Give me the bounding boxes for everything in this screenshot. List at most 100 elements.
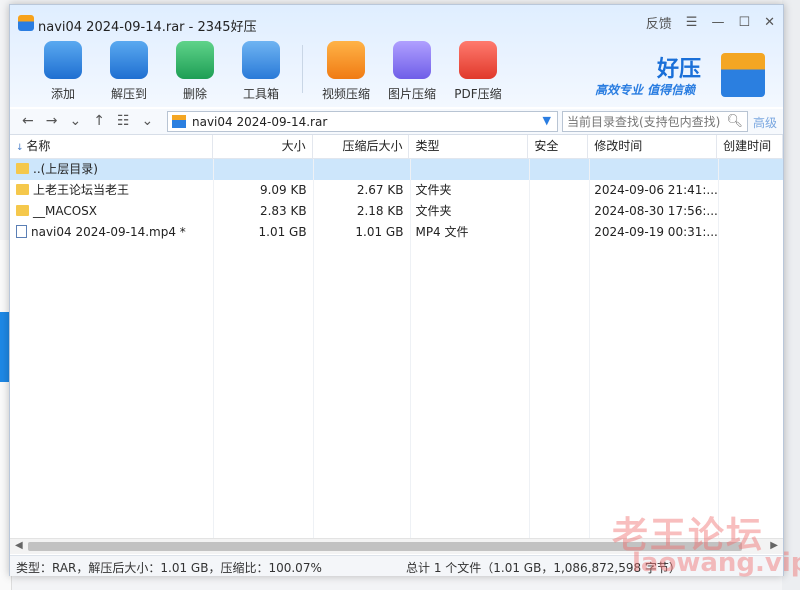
- row-security: [528, 201, 588, 222]
- archive-window: navi04 2024-09-14.rar - 2345好压 反馈 ☰ — ☐ …: [9, 4, 784, 576]
- table-row[interactable]: __MACOSX 2.83 KB 2.18 KB 文件夹 2024-08-30 …: [10, 201, 783, 222]
- archive-icon: [172, 115, 186, 128]
- table-row[interactable]: navi04 2024-09-14.mp4 * 1.01 GB 1.01 GB …: [10, 222, 783, 243]
- row-type: 文件夹: [415, 183, 452, 197]
- app-logo-icon: [18, 15, 34, 31]
- row-size: 1.01 GB: [258, 225, 307, 239]
- main-toolbar: 添加 解压到 删除 工具箱 视频压缩 图片压缩 PDF压缩: [30, 39, 511, 102]
- feedback-link[interactable]: 反馈: [646, 13, 672, 32]
- column-compressed-size[interactable]: 压缩后大小: [313, 135, 410, 158]
- address-bar: ← → ⌄ ↑ ☷ ⌄ navi04 2024-09-14.rar ▼ 🔍︎ 高…: [10, 109, 783, 135]
- row-name: ..(上层目录): [33, 162, 98, 176]
- scroll-left-icon[interactable]: ◀: [15, 540, 23, 551]
- pdf-compress-button[interactable]: PDF压缩: [445, 39, 511, 102]
- column-security[interactable]: 安全: [528, 135, 589, 158]
- advanced-search-link[interactable]: 高级: [753, 114, 777, 131]
- back-arrow-icon[interactable]: ←: [22, 113, 34, 129]
- row-security: [528, 159, 588, 180]
- row-name: navi04 2024-09-14.mp4 *: [31, 225, 186, 239]
- row-created-time: [717, 159, 783, 180]
- delete-label: 删除: [182, 87, 207, 101]
- row-modified-time: 2024-09-19 00:31:...: [594, 225, 718, 239]
- window-title: navi04 2024-09-14.rar - 2345好压: [38, 20, 257, 35]
- image-compress-button[interactable]: 图片压缩: [379, 39, 445, 102]
- row-created-time: [717, 201, 783, 222]
- path-field[interactable]: navi04 2024-09-14.rar ▼: [167, 111, 558, 132]
- status-archive-info: 类型：RAR，解压后大小：1.01 GB，压缩比：100.07%: [16, 561, 322, 575]
- file-list: ↓ 名称 大小 压缩后大小 类型 安全 修改时间 创建时间 ..(上层目录) 上…: [10, 135, 783, 538]
- history-chevron-icon[interactable]: ⌄: [69, 113, 81, 129]
- extract-label: 解压到: [110, 87, 147, 101]
- sort-desc-icon: ↓: [16, 143, 27, 153]
- path-dropdown-icon[interactable]: ▼: [543, 114, 551, 127]
- add-archive-icon: [44, 41, 82, 79]
- extract-icon: [110, 41, 148, 79]
- window-controls: 反馈 ☰ — ☐ ✕: [646, 13, 775, 32]
- view-mode-icon[interactable]: ☷: [117, 113, 130, 129]
- row-type: [409, 159, 528, 180]
- row-created-time: [717, 180, 783, 201]
- row-security: [528, 180, 588, 201]
- row-name: 上老王论坛当老王: [33, 183, 130, 197]
- brand-logo-icon: [721, 53, 765, 97]
- column-header-row: ↓ 名称 大小 压缩后大小 类型 安全 修改时间 创建时间: [10, 135, 783, 159]
- row-modified-time: 2024-08-30 17:56:...: [594, 204, 718, 218]
- row-compressed-size: 2.18 KB: [356, 204, 404, 218]
- table-row[interactable]: ..(上层目录): [10, 159, 783, 180]
- hamburger-icon[interactable]: ☰: [686, 15, 698, 30]
- row-size: 9.09 KB: [259, 183, 307, 197]
- row-size: [213, 159, 313, 180]
- brand-name: 好压: [657, 57, 702, 82]
- video-compress-button[interactable]: 视频压缩: [313, 39, 379, 102]
- toolbar-separator: [302, 45, 303, 93]
- row-name: __MACOSX: [33, 204, 98, 218]
- image-compress-label: 图片压缩: [387, 87, 436, 101]
- table-row[interactable]: 上老王论坛当老王 9.09 KB 2.67 KB 文件夹 2024-09-06 …: [10, 180, 783, 201]
- column-created-time[interactable]: 创建时间: [717, 135, 783, 158]
- search-input[interactable]: [563, 112, 723, 131]
- column-name[interactable]: ↓ 名称: [10, 135, 213, 158]
- row-size: 2.83 KB: [259, 204, 307, 218]
- row-created-time: [717, 222, 783, 243]
- video-compress-icon: [327, 41, 365, 79]
- column-size[interactable]: 大小: [213, 135, 313, 158]
- row-compressed-size: 2.67 KB: [356, 183, 404, 197]
- brand-slogan: 高效专业 值得信赖: [595, 83, 696, 97]
- column-type[interactable]: 类型: [409, 135, 529, 158]
- video-file-icon: [16, 225, 27, 238]
- forward-arrow-icon[interactable]: →: [46, 113, 58, 129]
- row-type: MP4 文件: [415, 225, 469, 239]
- toolbox-icon: [242, 41, 280, 79]
- minimize-icon[interactable]: —: [711, 15, 724, 30]
- close-icon[interactable]: ✕: [764, 15, 775, 30]
- up-arrow-icon[interactable]: ↑: [93, 113, 105, 129]
- extract-button[interactable]: 解压到: [96, 39, 162, 102]
- pdf-compress-label: PDF压缩: [454, 87, 502, 101]
- delete-button[interactable]: 删除: [162, 39, 228, 102]
- toolbox-button[interactable]: 工具箱: [228, 39, 294, 102]
- watermark-url: laowang.vip: [632, 548, 800, 578]
- row-compressed-size: [313, 159, 410, 180]
- folder-icon: [16, 163, 29, 174]
- path-text: navi04 2024-09-14.rar: [192, 115, 328, 129]
- recycle-icon: [176, 41, 214, 79]
- column-name-label: 名称: [26, 139, 51, 153]
- image-compress-icon: [393, 41, 431, 79]
- video-compress-label: 视频压缩: [321, 87, 370, 101]
- maximize-icon[interactable]: ☐: [738, 15, 750, 30]
- title-toolbar-area: navi04 2024-09-14.rar - 2345好压 反馈 ☰ — ☐ …: [10, 5, 783, 107]
- column-modified-time[interactable]: 修改时间: [588, 135, 718, 158]
- row-modified-time: 2024-09-06 21:41:...: [594, 183, 718, 197]
- row-modified-time: [588, 159, 717, 180]
- toolbox-label: 工具箱: [242, 87, 279, 101]
- folder-icon: [16, 184, 29, 195]
- add-label: 添加: [50, 87, 75, 101]
- search-box: 🔍︎: [562, 111, 748, 132]
- background-window-edge-right: [782, 0, 800, 590]
- view-chevron-icon[interactable]: ⌄: [142, 113, 154, 129]
- add-button[interactable]: 添加: [30, 39, 96, 102]
- pdf-compress-icon: [459, 41, 497, 79]
- row-security: [528, 222, 588, 243]
- row-compressed-size: 1.01 GB: [355, 225, 404, 239]
- search-icon[interactable]: 🔍︎: [726, 114, 743, 129]
